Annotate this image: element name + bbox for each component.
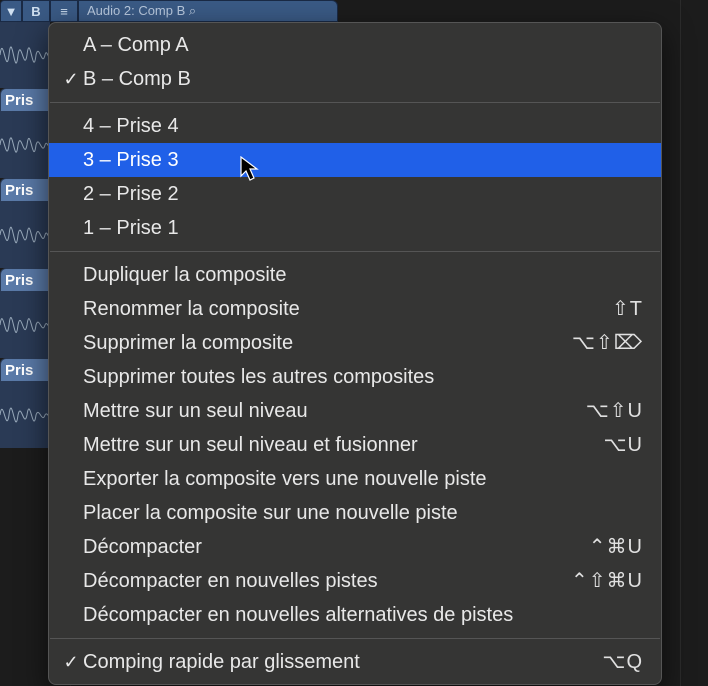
toggle-menu-item[interactable]: ✓Comping rapide par glissement⌥Q xyxy=(49,645,661,679)
take-label: Pris xyxy=(0,358,50,382)
menu-icon: ≡ xyxy=(60,4,68,19)
menu-item-label: B – Comp B xyxy=(83,65,643,93)
menu-item-shortcut: ⌃⌘U xyxy=(589,533,643,561)
comp-menu-item[interactable]: ✓B – Comp B xyxy=(49,62,661,96)
region-title: Audio 2: Comp B ⁠⌕ xyxy=(78,0,338,22)
take-clip[interactable]: Pris xyxy=(0,178,50,268)
chevron-down-icon: ▼ xyxy=(5,4,18,19)
checkmark-icon: ✓ xyxy=(59,65,83,93)
menu-item-label: Renommer la composite xyxy=(83,295,612,323)
action-menu-item[interactable]: Placer la composite sur une nouvelle pis… xyxy=(49,496,661,530)
menu-item-label: Décompacter xyxy=(83,533,589,561)
take-menu-item[interactable]: 4 – Prise 4 xyxy=(49,109,661,143)
take-clip[interactable]: Pris xyxy=(0,268,50,358)
menu-item-label: Supprimer la composite xyxy=(83,329,572,357)
menu-item-label: A – Comp A xyxy=(83,31,643,59)
disclosure-button[interactable]: ▼ xyxy=(0,0,22,22)
menu-item-label: 4 – Prise 4 xyxy=(83,112,643,140)
take-label: Pris xyxy=(0,88,50,112)
menu-item-label: Dupliquer la composite xyxy=(83,261,643,289)
menu-item-shortcut: ⌃⇧⌘U xyxy=(571,567,643,595)
take-clip[interactable]: Pris xyxy=(0,88,50,178)
take-menu-button[interactable]: ≡ xyxy=(50,0,78,22)
checkmark-icon: ✓ xyxy=(59,648,83,676)
action-menu-item[interactable]: Supprimer toutes les autres composites xyxy=(49,360,661,394)
region-header: ▼ B ≡ Audio 2: Comp B ⁠⌕ xyxy=(0,0,708,22)
take-folder-menu: A – Comp A✓B – Comp B 4 – Prise 43 – Pri… xyxy=(48,22,662,685)
action-menu-item[interactable]: Mettre sur un seul niveau et fusionner⌥U xyxy=(49,428,661,462)
comp-letter-button[interactable]: B xyxy=(22,0,50,22)
menu-item-label: Exporter la composite vers une nouvelle … xyxy=(83,465,643,493)
menu-item-label: Mettre sur un seul niveau et fusionner xyxy=(83,431,604,459)
menu-item-shortcut: ⌥U xyxy=(604,431,644,459)
menu-item-label: Comping rapide par glissement xyxy=(83,648,602,676)
action-menu-item[interactable]: Décompacter en nouvelles alternatives de… xyxy=(49,598,661,632)
menu-separator xyxy=(50,251,660,252)
menu-item-shortcut: ⌥⇧⌦ xyxy=(572,329,643,357)
track-headers: Pris Pris Pris Pris xyxy=(0,22,50,448)
menu-separator xyxy=(50,102,660,103)
menu-item-label: Décompacter en nouvelles alternatives de… xyxy=(83,601,643,629)
take-clip[interactable]: Pris xyxy=(0,358,50,448)
action-menu-item[interactable]: Dupliquer la composite xyxy=(49,258,661,292)
take-label: Pris xyxy=(0,268,50,292)
menu-item-label: Mettre sur un seul niveau xyxy=(83,397,586,425)
action-menu-item[interactable]: Décompacter en nouvelles pistes⌃⇧⌘U xyxy=(49,564,661,598)
menu-separator xyxy=(50,638,660,639)
menu-item-shortcut: ⇧T xyxy=(612,295,643,323)
take-clip[interactable] xyxy=(0,22,50,88)
menu-item-label: Décompacter en nouvelles pistes xyxy=(83,567,571,595)
action-menu-item[interactable]: Exporter la composite vers une nouvelle … xyxy=(49,462,661,496)
menu-item-shortcut: ⌥⇧U xyxy=(586,397,643,425)
menu-item-label: 2 – Prise 2 xyxy=(83,180,643,208)
menu-item-label: 3 – Prise 3 xyxy=(83,146,643,174)
take-label: Pris xyxy=(0,178,50,202)
menu-item-label: 1 – Prise 1 xyxy=(83,214,643,242)
menu-item-shortcut: ⌥Q xyxy=(602,648,643,676)
take-menu-item[interactable]: 2 – Prise 2 xyxy=(49,177,661,211)
take-menu-item[interactable]: 1 – Prise 1 xyxy=(49,211,661,245)
menu-item-label: Placer la composite sur une nouvelle pis… xyxy=(83,499,643,527)
comp-letter: B xyxy=(31,4,40,19)
action-menu-item[interactable]: Renommer la composite⇧T xyxy=(49,292,661,326)
take-menu-item[interactable]: 3 – Prise 3 xyxy=(49,143,661,177)
comp-menu-item[interactable]: A – Comp A xyxy=(49,28,661,62)
action-menu-item[interactable]: Décompacter⌃⌘U xyxy=(49,530,661,564)
menu-item-label: Supprimer toutes les autres composites xyxy=(83,363,643,391)
action-menu-item[interactable]: Mettre sur un seul niveau⌥⇧U xyxy=(49,394,661,428)
action-menu-item[interactable]: Supprimer la composite⌥⇧⌦ xyxy=(49,326,661,360)
